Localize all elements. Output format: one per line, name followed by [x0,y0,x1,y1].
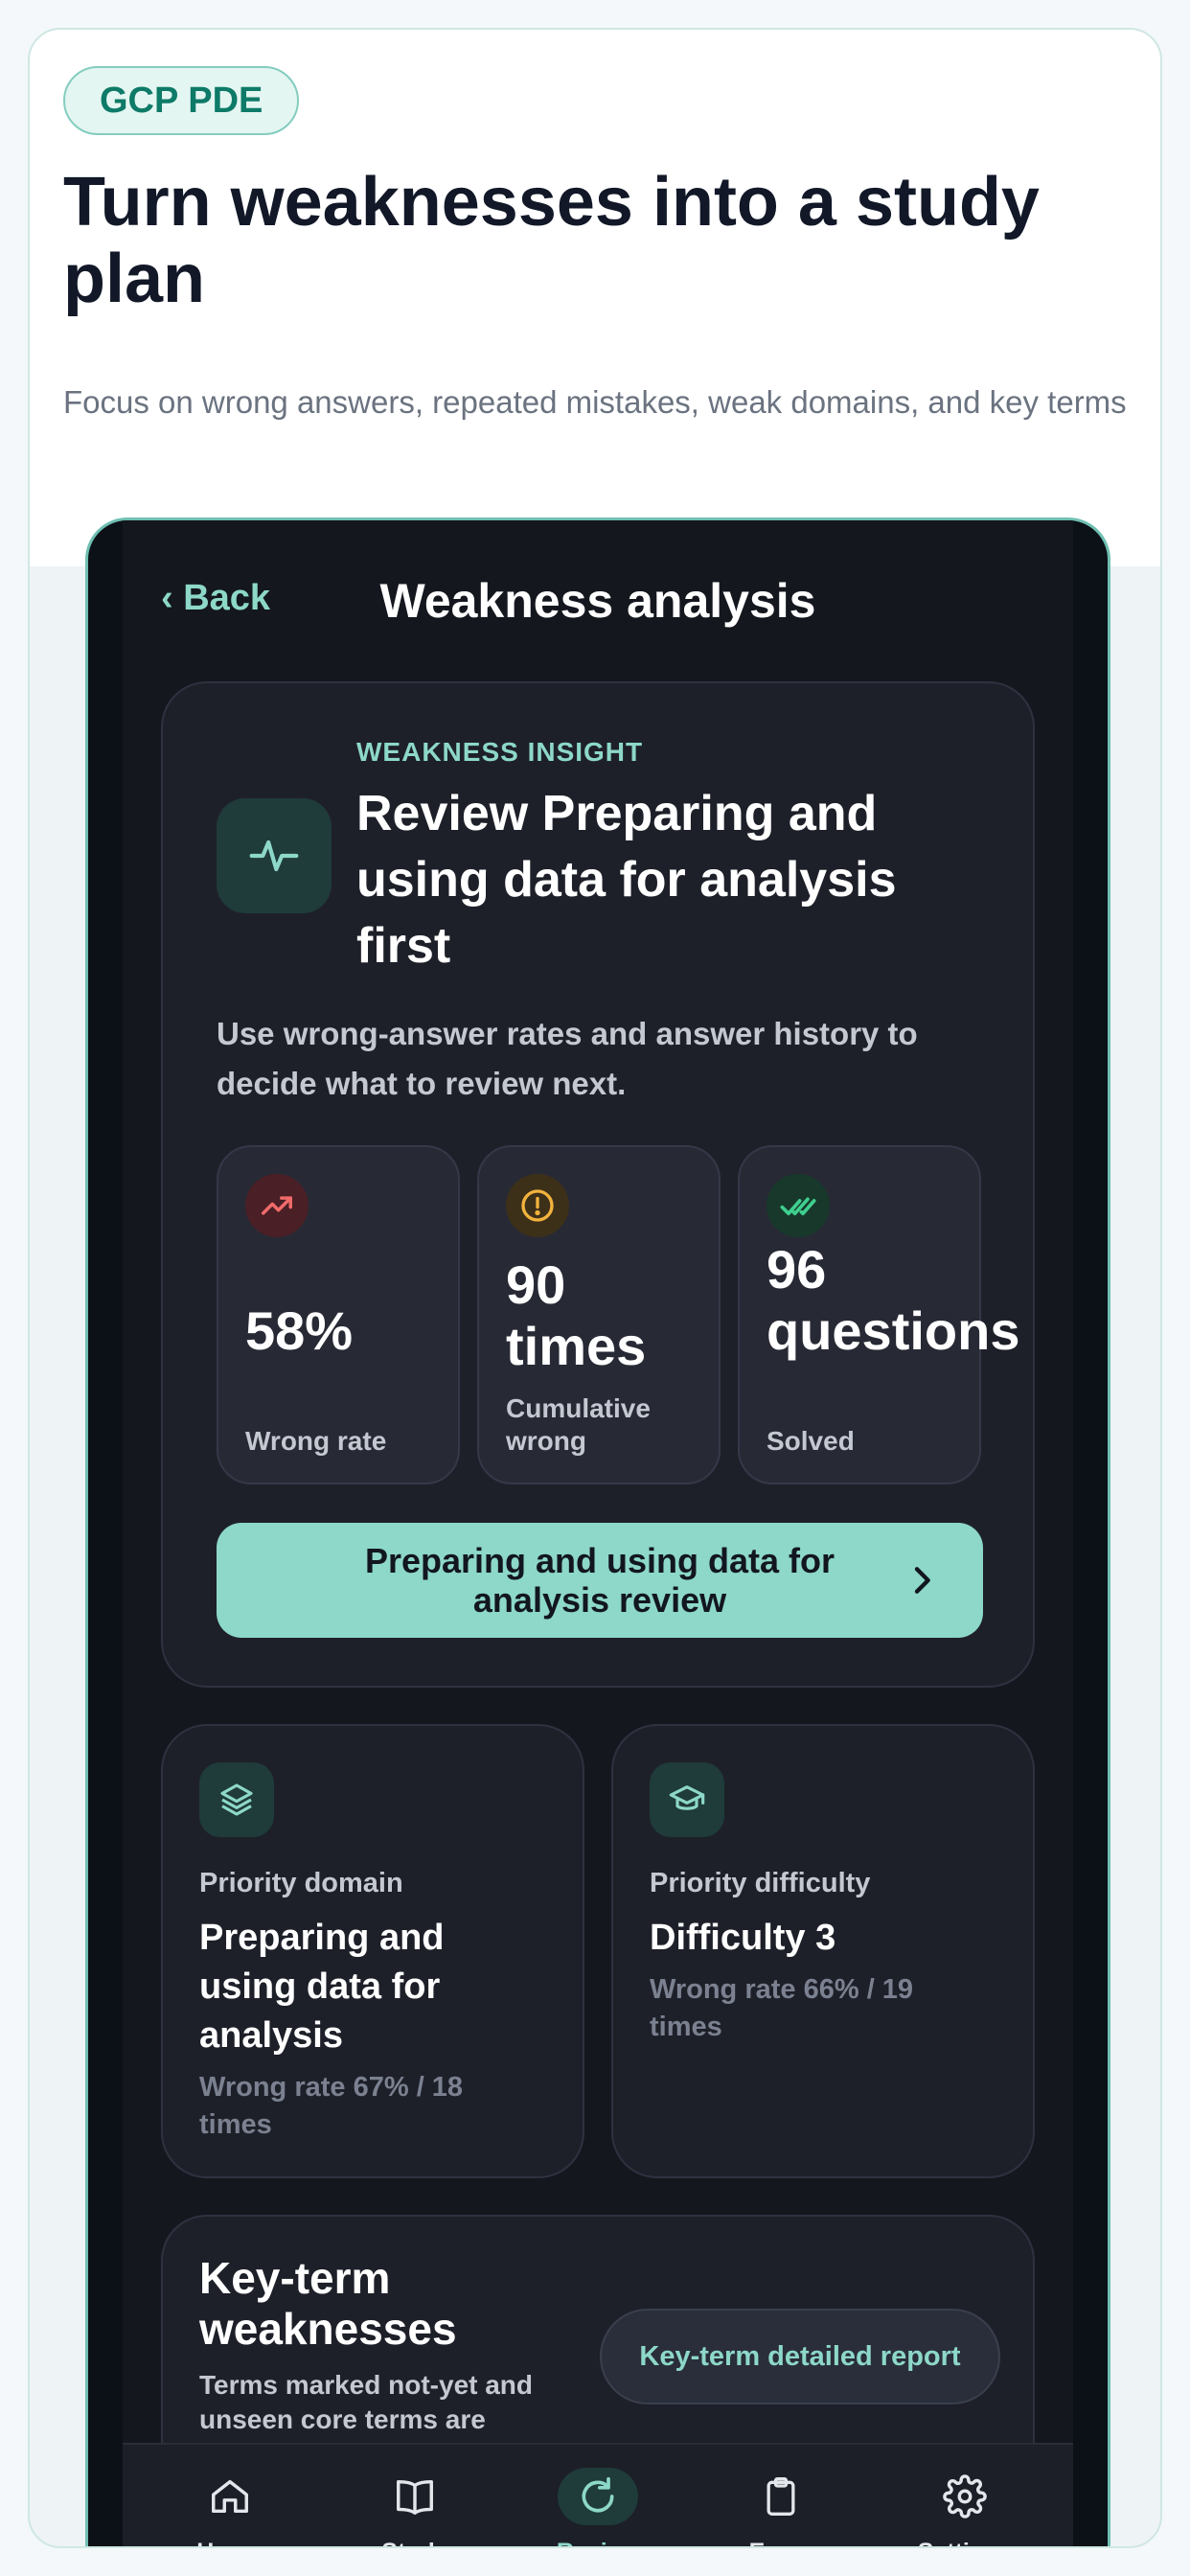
priority-domain-label: Priority domain [199,1868,403,1898]
tab-exam[interactable]: Exam [690,2445,872,2546]
stat-label: Cumulative wrong [506,1393,651,1456]
double-check-icon [767,1174,830,1237]
key-term-description: Terms marked not-yet and unseen core ter… [199,2370,534,2434]
promo-subtitle: Focus on wrong answers, repeated mistake… [63,384,1127,420]
insight-title: Review Preparing and using data for anal… [356,786,897,974]
insight-description: Use wrong-answer rates and answer histor… [217,1016,918,1101]
domain-review-button[interactable]: Preparing and using data for analysis re… [217,1523,983,1638]
tab-review[interactable]: Review [507,2445,689,2546]
priority-difficulty-card[interactable]: Priority difficulty Difficulty 3 Wrong r… [611,1724,1035,2178]
stat-value: 90 times [506,1254,647,1376]
gear-icon [925,2468,1005,2525]
promo-card: GCP PDE Turn weaknesses into a study pla… [28,28,1162,2548]
alert-circle-icon [506,1174,569,1237]
priority-difficulty-value: Difficulty 3 [650,1918,836,1958]
book-icon [375,2468,455,2525]
bottom-tab-bar: Home Study Review [123,2443,1073,2546]
tab-study[interactable]: Study [324,2445,506,2546]
stat-wrong-rate: 58% Wrong rate [217,1145,460,1484]
priority-domain-card[interactable]: Priority domain Preparing and using data… [161,1724,584,2178]
tab-settings[interactable]: Settings [874,2445,1056,2546]
pulse-icon [217,798,332,913]
priority-difficulty-meta: Wrong rate 66% / 19 times [650,1974,914,2042]
priority-domain-value: Preparing and using data for analysis [199,1918,445,2056]
tab-label: Study [381,2539,447,2546]
refresh-icon [558,2468,638,2525]
insight-eyebrow: WEAKNESS INSIGHT [356,737,644,767]
app-screen: ‹ Back Weakness analysis WEAKNESS INSIGH… [123,520,1073,2546]
priority-domain-meta: Wrong rate 67% / 18 times [199,2072,464,2140]
stat-cumulative-wrong: 90 times Cumulative wrong [477,1145,721,1484]
tab-home[interactable]: Home [139,2445,321,2546]
stat-value: 96 questions [767,1239,1020,1361]
tab-label: Settings [918,2539,1013,2546]
home-icon [190,2468,270,2525]
key-term-title: Key-term weaknesses [199,2253,457,2354]
domain-review-label: Preparing and using data for analysis re… [364,1541,835,1620]
stat-value: 58% [245,1300,354,1361]
tab-label: Home [196,2539,263,2546]
graduation-cap-icon [650,1762,724,1837]
stat-label: Solved [767,1426,855,1456]
layers-icon [199,1762,274,1837]
priority-difficulty-label: Priority difficulty [650,1868,871,1898]
key-term-report-button[interactable]: Key-term detailed report [600,2309,1000,2404]
stat-solved: 96 questions Solved [738,1145,1020,1484]
stat-label: Wrong rate [245,1426,387,1456]
phone-mockup: ‹ Back Weakness analysis WEAKNESS INSIGH… [85,518,1110,2546]
weakness-insight-card: WEAKNESS INSIGHT Review Preparing and us… [161,681,1035,1688]
chevron-right-icon [914,1567,930,1594]
tab-label: Review [557,2539,639,2546]
promo-headline: Turn weaknesses into a study plan [63,164,1040,317]
tab-label: Exam [749,2539,813,2546]
clipboard-icon [741,2468,821,2525]
trend-up-icon [245,1174,309,1237]
screen-title: Weakness analysis [379,574,816,628]
exam-tag: GCP PDE [63,66,300,135]
